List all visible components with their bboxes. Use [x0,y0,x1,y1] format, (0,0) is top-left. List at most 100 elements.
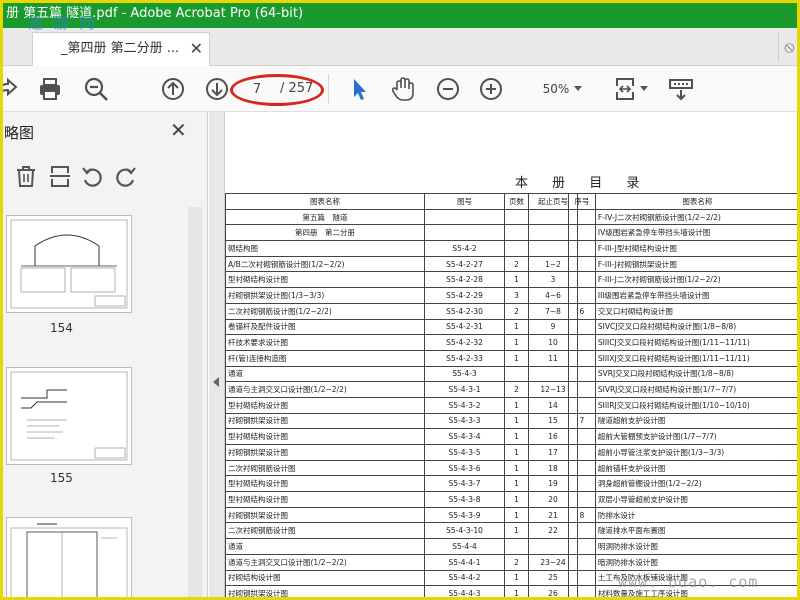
thumbnail-label: 154 [50,321,73,335]
table-cell: SIIIRJ交叉口段衬砌结构设计图(1/10~10/10) [594,396,800,414]
table-cell: S5-4-2 [424,240,505,257]
header-cell: 序号 [568,193,596,210]
table-cell: F-IV-J二次衬砌钢筋设计图(1/2~2/2) [594,208,800,226]
header-cell: 页数 [504,193,529,210]
table-cell: SIIICJ交叉口段衬砌结构设计图(1/11~11/11) [594,334,800,351]
delete-icon[interactable] [14,164,38,188]
table-cell: IV级围岩紧急停车带挡头墙设计图 [594,224,800,242]
chevron-down-icon[interactable] [574,86,582,91]
table-cell: 衬砌钢拱架设计图 [225,506,425,524]
document-tab[interactable]: _第四册 第二分册 ... ✕ [32,32,210,66]
scroll-mode-icon[interactable] [668,76,694,102]
print-icon[interactable] [37,76,63,102]
table-cell [568,224,596,242]
table-cell [568,538,596,555]
hand-tool-icon[interactable] [390,76,416,102]
table-cell: 通道 [225,538,425,555]
table-cell [568,287,596,304]
zoom-in-icon[interactable] [478,76,504,102]
toolbar-divider [328,74,329,104]
table-cell: 1 [504,506,529,524]
table-cell [568,444,596,461]
table-row: 杆(管)连接构造图 S5-4-2-33 1 11 [225,349,578,367]
table-row: 超前小导管注浆支护设计图(1/3~3/3) [568,444,800,461]
header-cell: 图表名称 [225,193,425,210]
table-cell: S5-4-2-32 [424,334,505,351]
page-thumbnail[interactable] [6,517,132,600]
table-cell: 衬砌钢拱架设计图 [225,412,425,430]
table-row: F-III-J衬砌钢拱架设计图 [568,255,800,273]
page-thumbnail[interactable] [6,215,132,313]
page-thumbnail[interactable] [6,367,132,465]
pdf-page: 本 册 目 录 图表名称 图号 页数 起止页号 第五篇 隧道 第四册 第二分册 砌结… [225,112,800,600]
table-cell: S5-4-3-3 [424,412,505,430]
table-cell: F-III-J型衬砌结构设计图 [594,240,800,257]
table-row: 衬砌钢拱架设计图 S5-4-3-9 1 21 [225,506,578,524]
table-cell: 双层小导管超前支护设计图 [594,491,800,508]
table-row: SIVRJ交叉口段衬砌结构设计图(1/7~7/7) [568,381,800,398]
tab-close-icon[interactable]: ✕ [190,33,203,65]
table-cell: 1 [504,569,529,587]
table-row: 杆技术要求设计图 S5-4-2-32 1 10 [225,334,578,351]
chevron-down-icon[interactable] [640,86,648,91]
table-cell: S5-4-2-33 [424,349,505,367]
table-header: 图表名称 图号 页数 起止页号 [225,193,578,210]
table-cell: S5-4-2-31 [424,318,505,336]
table-row: 通道 S5-4-4 [225,538,578,555]
table-cell: S5-4-3-4 [424,428,505,445]
document-viewer[interactable]: 本 册 目 录 图表名称 图号 页数 起止页号 第五篇 隧道 第四册 第二分册 砌结… [209,112,800,600]
close-icon[interactable]: ✕ [170,118,187,142]
table-row: SIIICJ交叉口段衬砌结构设计图(1/11~11/11) [568,334,800,351]
page-up-icon[interactable] [160,76,186,102]
fit-page-icon[interactable] [612,76,638,102]
page-down-icon[interactable] [204,76,230,102]
table-cell [568,553,596,571]
table-row: 7 隧道超前支护设计图 [568,412,800,430]
table-cell: 型衬砌结构设计图 [225,475,425,493]
table-row: IV级围岩紧急停车带挡头墙设计图 [568,224,800,242]
table-cell: 洞身超前管棚设计图(1/2~2/2) [594,475,800,493]
table-cell [568,381,596,398]
table-cell: S5-4-3-5 [424,444,505,461]
zoom-out-icon[interactable] [435,76,461,102]
table-cell: 1 [504,334,529,351]
share-icon[interactable] [0,76,20,102]
table-row: 二次衬砌钢筋设计图 S5-4-3-10 1 22 [225,522,578,540]
table-row: 洞身超前管棚设计图(1/2~2/2) [568,475,800,493]
table-cell [568,334,596,351]
table-cell [568,522,596,540]
doc-left-gutter [209,112,225,600]
page-total: / 257 [280,81,314,96]
panel-scrollbar[interactable] [188,207,202,600]
table-cell: SIVCJ交叉口段衬砌结构设计图(1/8~8/8) [594,318,800,336]
table-cell: S5-4-3-7 [424,475,505,493]
page-number-input[interactable] [238,77,276,101]
table-cell: 二次衬砌钢筋设计图 [225,522,425,540]
table-cell: 1 [504,396,529,414]
zoom-out-search-icon[interactable] [83,76,109,102]
table-cell [504,224,529,242]
collapse-panel-icon[interactable] [213,377,219,387]
table-cell [568,569,596,587]
table-cell: 型衬砌结构设计图 [225,396,425,414]
table-cell: 1 [504,459,529,477]
rotate-left-icon[interactable] [80,164,104,188]
extract-icon[interactable] [48,164,72,188]
table-cell: S5-4-4-3 [424,585,505,600]
tab-bar: _第四册 第二分册 ... ✕ ⦸ [0,28,800,66]
table-cell [568,396,596,414]
table-row: 二次衬砌钢筋设计图 S5-4-3-6 1 18 [225,459,578,477]
table-row: 型衬砌结构设计图 S5-4-3-8 1 20 [225,491,578,508]
table-cell: 二次衬砌钢筋设计图 [225,459,425,477]
table-row: 双层小导管超前支护设计图 [568,491,800,508]
table-cell [568,475,596,493]
table-cell: 超前锚杆支护设计图 [594,459,800,477]
table-cell: 超前大管棚预支护设计图(1/7~7/7) [594,428,800,445]
table-cell: 暗洞防排水设计图 [594,553,800,571]
select-cursor-icon[interactable] [346,76,372,102]
table-cell: 1 [504,522,529,540]
table-cell: 隧道排水平面布置图 [594,522,800,540]
tab-scroll-icon[interactable]: ⦸ [778,32,800,62]
rotate-right-icon[interactable] [114,164,138,188]
table-cell: 1 [504,428,529,445]
